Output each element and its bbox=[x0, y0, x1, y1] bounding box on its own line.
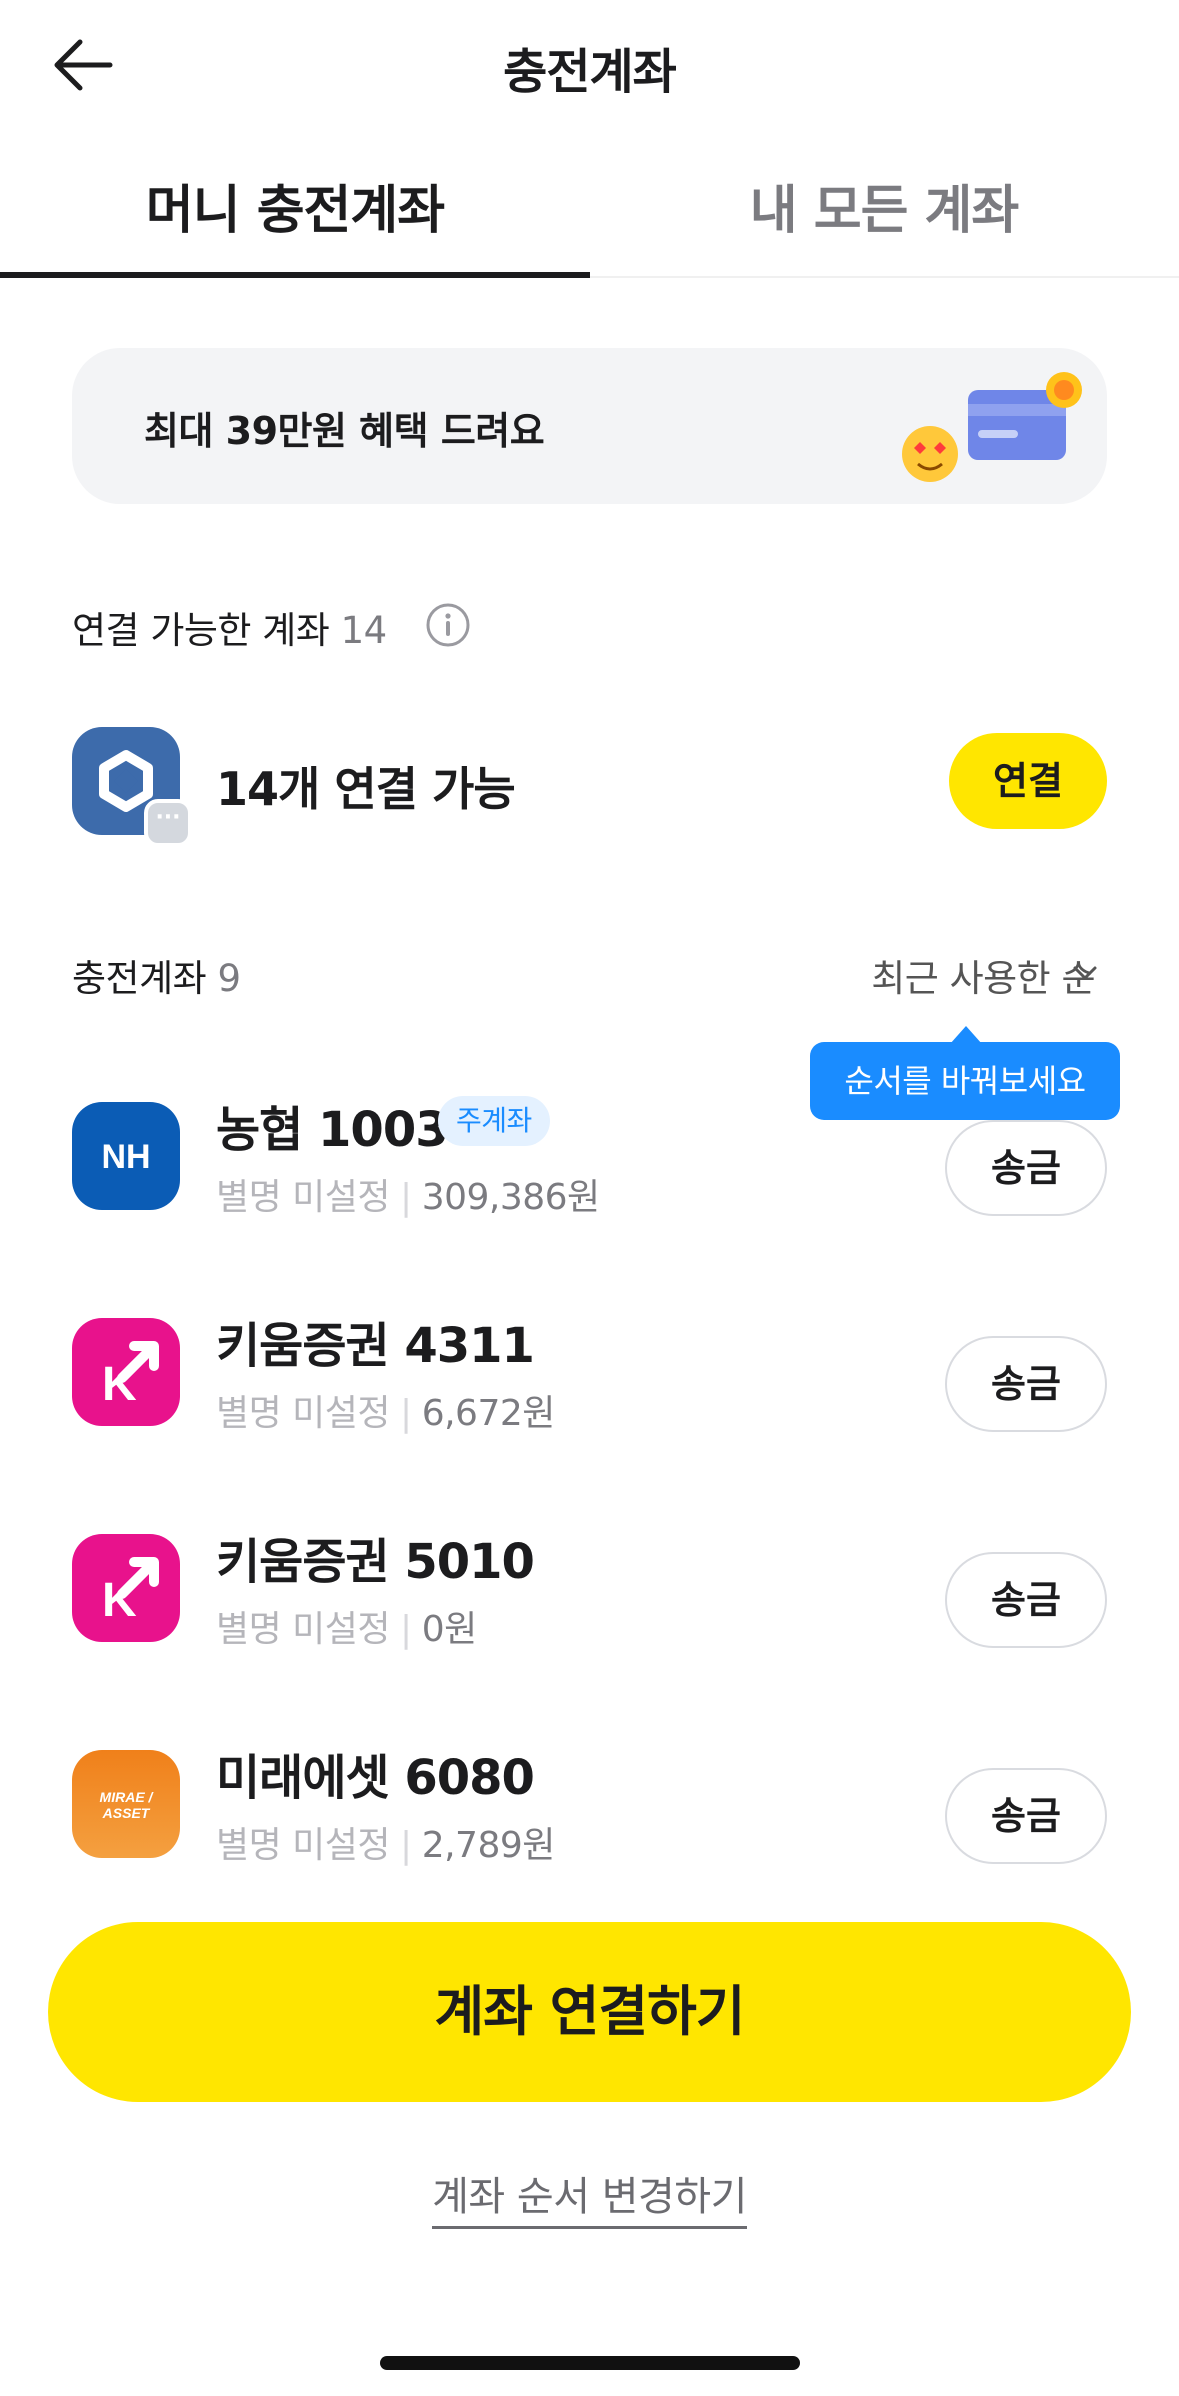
sort-tooltip: 순서를 바꿔보세요 bbox=[810, 1042, 1120, 1120]
chevron-down-icon[interactable] bbox=[1070, 958, 1100, 988]
charge-accounts-section-label: 충전계좌 9 bbox=[72, 948, 241, 1002]
charge-accounts-label: 충전계좌 bbox=[72, 957, 207, 1000]
tab-money-charge-accounts[interactable]: 머니 충전계좌 bbox=[0, 168, 590, 243]
account-balance: 309,386원 bbox=[421, 1177, 601, 1218]
connectable-row: ··· 14개 연결 가능 연결 bbox=[72, 727, 1107, 847]
send-button[interactable]: 송금 bbox=[945, 1120, 1107, 1216]
reorder-link-wrapper: 계좌 순서 변경하기 bbox=[0, 2164, 1179, 2229]
account-alias: 별명 미설정 bbox=[216, 1177, 391, 1218]
kiwoom-k-icon: K bbox=[102, 1557, 159, 1627]
account-balance: 2,789원 bbox=[421, 1825, 556, 1866]
active-tab-indicator bbox=[0, 272, 590, 278]
nh-bank-logo: NH bbox=[72, 1102, 180, 1210]
mirae-asset-logo: MIRAE / ASSET bbox=[72, 1750, 180, 1858]
more-dots-icon: ··· bbox=[144, 799, 192, 847]
card-emoji-illustration bbox=[902, 372, 1082, 482]
kiwoom-logo: K bbox=[72, 1534, 180, 1642]
header: 충전계좌 bbox=[0, 0, 1179, 135]
account-balance: 0원 bbox=[421, 1609, 478, 1650]
account-alias: 별명 미설정 bbox=[216, 1609, 391, 1650]
account-name: 미래에셋 6080 bbox=[216, 1750, 535, 1806]
tab-bar: 머니 충전계좌 내 모든 계좌 bbox=[0, 150, 1179, 278]
page-title: 충전계좌 bbox=[503, 44, 677, 100]
account-name: 키움증권 4311 bbox=[216, 1318, 535, 1374]
svg-text:ASSET: ASSET bbox=[102, 1805, 151, 1821]
divider: | bbox=[400, 1177, 412, 1218]
tab-all-accounts[interactable]: 내 모든 계좌 bbox=[589, 168, 1179, 243]
divider: | bbox=[400, 1609, 412, 1650]
banner-text: 최대 39만원 혜택 드려요 bbox=[144, 409, 545, 453]
account-row[interactable]: MIRAE / ASSET 미래에셋 6080 별명 미설정 | 2,789원 송금 bbox=[72, 1738, 1107, 1878]
send-button[interactable]: 송금 bbox=[945, 1768, 1107, 1864]
account-balance: 6,672원 bbox=[421, 1393, 556, 1434]
svg-text:NH: NH bbox=[101, 1138, 150, 1176]
info-icon[interactable] bbox=[425, 602, 471, 648]
send-button[interactable]: 송금 bbox=[945, 1336, 1107, 1432]
account-name: 농협 1003 bbox=[216, 1102, 449, 1158]
account-alias: 별명 미설정 bbox=[216, 1393, 391, 1434]
account-row[interactable]: K 키움증권 4311 별명 미설정 | 6,672원 송금 bbox=[72, 1306, 1107, 1446]
connectable-label: 연결 가능한 계좌 bbox=[72, 609, 330, 652]
primary-account-badge: 주계좌 bbox=[438, 1096, 550, 1146]
connectable-count: 14 bbox=[340, 609, 388, 652]
connect-account-button[interactable]: 계좌 연결하기 bbox=[48, 1922, 1131, 2102]
promo-banner[interactable]: 최대 39만원 혜택 드려요 bbox=[72, 348, 1107, 504]
nh-logo-icon: NH bbox=[101, 1138, 150, 1176]
connectable-section-label: 연결 가능한 계좌 14 bbox=[72, 600, 387, 654]
connectable-summary: 14개 연결 가능 bbox=[216, 762, 516, 816]
send-button[interactable]: 송금 bbox=[945, 1552, 1107, 1648]
account-subtitle: 별명 미설정 | 309,386원 bbox=[216, 1168, 600, 1220]
account-subtitle: 별명 미설정 | 2,789원 bbox=[216, 1816, 555, 1868]
kiwoom-k-icon: K bbox=[102, 1341, 159, 1411]
home-indicator bbox=[380, 2356, 800, 2370]
account-subtitle: 별명 미설정 | 0원 bbox=[216, 1600, 477, 1652]
reorder-accounts-link[interactable]: 계좌 순서 변경하기 bbox=[432, 2174, 747, 2229]
svg-text:MIRAE /: MIRAE / bbox=[100, 1789, 155, 1805]
connect-button[interactable]: 연결 bbox=[949, 733, 1107, 829]
charge-accounts-count: 9 bbox=[217, 957, 241, 1000]
account-row[interactable]: K 키움증권 5010 별명 미설정 | 0원 송금 bbox=[72, 1522, 1107, 1662]
kiwoom-logo: K bbox=[72, 1318, 180, 1426]
account-alias: 별명 미설정 bbox=[216, 1825, 391, 1866]
account-name: 키움증권 5010 bbox=[216, 1534, 535, 1590]
account-subtitle: 별명 미설정 | 6,672원 bbox=[216, 1384, 555, 1436]
mirae-asset-wordmark-icon: MIRAE / ASSET bbox=[100, 1789, 155, 1821]
divider: | bbox=[400, 1393, 412, 1434]
divider: | bbox=[400, 1825, 412, 1866]
sort-dropdown[interactable]: 최근 사용한 순 bbox=[871, 948, 1095, 1002]
